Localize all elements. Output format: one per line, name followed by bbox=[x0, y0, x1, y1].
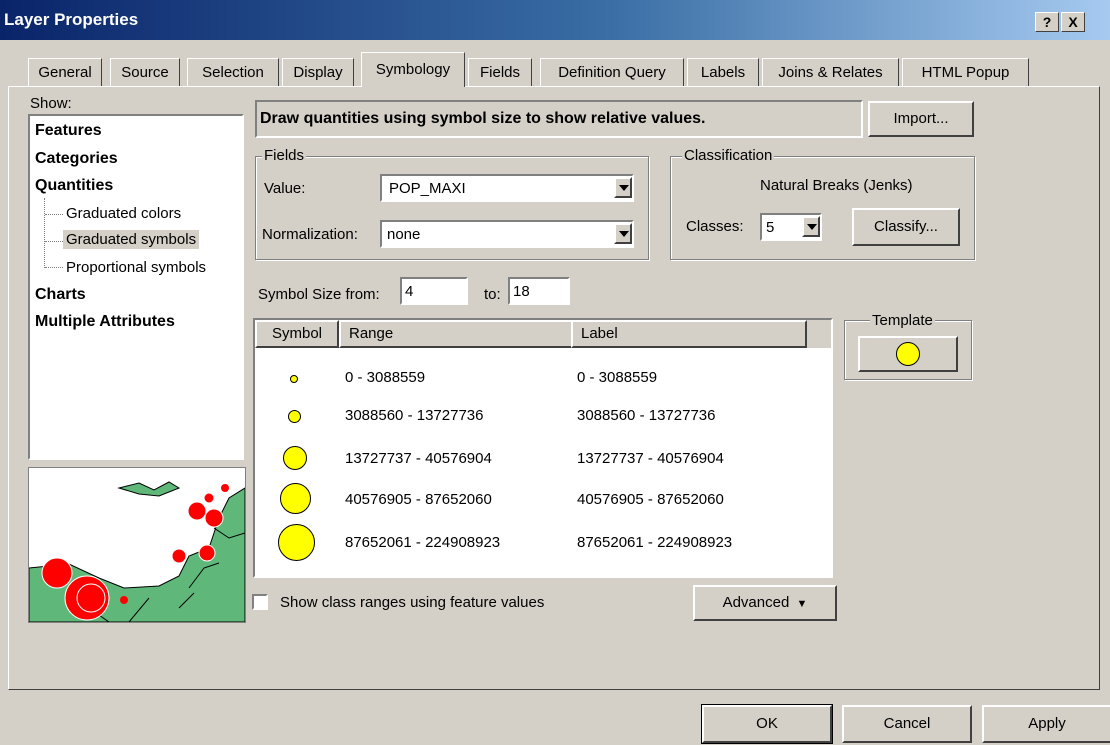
classification-group-label: Classification bbox=[682, 147, 775, 164]
range-cell[interactable]: 87652061 - 224908923 bbox=[345, 534, 500, 551]
tree-item-graduated-symbols[interactable]: Graduated symbols bbox=[63, 230, 200, 249]
import-button[interactable]: Import... bbox=[868, 101, 974, 137]
tab-selection[interactable]: Selection bbox=[187, 58, 279, 86]
symbol-size-from-label: Symbol Size from: bbox=[258, 286, 380, 303]
tree-item-charts[interactable]: Charts bbox=[35, 286, 86, 304]
label-cell[interactable]: 87652061 - 224908923 bbox=[577, 534, 732, 551]
tab-definition-query[interactable]: Definition Query bbox=[540, 58, 684, 86]
normalization-selected: none bbox=[387, 226, 421, 243]
tree-item-features[interactable]: Features bbox=[35, 122, 102, 140]
show-class-ranges-checkbox[interactable] bbox=[252, 594, 268, 610]
template-label: Template bbox=[870, 312, 935, 329]
dropdown-arrow-icon: ▼ bbox=[793, 598, 808, 610]
chevron-down-icon[interactable] bbox=[802, 216, 820, 237]
symbol-circle[interactable] bbox=[288, 410, 301, 423]
window-title: Layer Properties bbox=[4, 10, 139, 29]
chevron-down-icon[interactable] bbox=[614, 223, 632, 244]
tab-display[interactable]: Display bbox=[282, 58, 354, 86]
tree-item-proportional-symbols[interactable]: Proportional symbols bbox=[66, 259, 206, 276]
cancel-button[interactable]: Cancel bbox=[842, 705, 972, 743]
title-bar[interactable] bbox=[0, 0, 1110, 40]
chevron-down-icon[interactable] bbox=[614, 177, 632, 198]
tab-source[interactable]: Source bbox=[110, 58, 180, 86]
column-header-label[interactable]: Label bbox=[571, 320, 807, 348]
tree-item-graduated-colors[interactable]: Graduated colors bbox=[66, 205, 181, 222]
tab-labels[interactable]: Labels bbox=[687, 58, 759, 86]
template-symbol-circle bbox=[896, 342, 920, 366]
apply-button[interactable]: Apply bbox=[982, 705, 1110, 743]
preview-map bbox=[28, 467, 246, 623]
range-cell[interactable]: 13727737 - 40576904 bbox=[345, 450, 492, 467]
help-button[interactable]: ? bbox=[1035, 12, 1059, 32]
range-cell[interactable]: 0 - 3088559 bbox=[345, 369, 425, 386]
range-cell[interactable]: 40576905 - 87652060 bbox=[345, 491, 492, 508]
map-graphic bbox=[29, 468, 245, 622]
column-header-range[interactable]: Range bbox=[339, 320, 577, 348]
fields-group-label: Fields bbox=[262, 147, 307, 164]
advanced-label: Advanced bbox=[722, 594, 790, 611]
label-cell[interactable]: 40576905 - 87652060 bbox=[577, 491, 724, 508]
tree-branch bbox=[45, 267, 63, 268]
range-cell[interactable]: 3088560 - 13727736 bbox=[345, 407, 483, 424]
show-label: Show: bbox=[30, 95, 72, 112]
classes-label: Classes: bbox=[686, 218, 744, 235]
normalization-dropdown[interactable]: none bbox=[380, 220, 634, 248]
tree-item-multiple-attributes[interactable]: Multiple Attributes bbox=[35, 313, 175, 331]
symbol-size-to-value: 18 bbox=[513, 283, 530, 300]
symbol-size-from-input[interactable]: 4 bbox=[400, 277, 468, 305]
template-symbol-button[interactable] bbox=[858, 336, 958, 372]
tree-branch bbox=[45, 214, 63, 215]
show-class-ranges-label: Show class ranges using feature values bbox=[280, 594, 545, 611]
classification-method: Natural Breaks (Jenks) bbox=[760, 177, 913, 194]
tab-general[interactable]: General bbox=[28, 58, 102, 86]
classify-button[interactable]: Classify... bbox=[852, 208, 960, 246]
description-text: Draw quantities using symbol size to sho… bbox=[260, 110, 706, 127]
classes-dropdown[interactable]: 5 bbox=[760, 213, 822, 241]
symbol-size-to-input[interactable]: 18 bbox=[508, 277, 570, 305]
column-header-symbol[interactable]: Symbol bbox=[255, 320, 339, 348]
description-box: Draw quantities using symbol size to sho… bbox=[255, 100, 863, 138]
tab-symbology[interactable]: Symbology bbox=[361, 52, 465, 87]
symbol-circle[interactable] bbox=[283, 446, 307, 470]
value-selected: POP_MAXI bbox=[389, 180, 466, 197]
tree-connector bbox=[44, 198, 45, 268]
symbol-size-from-value: 4 bbox=[405, 283, 414, 300]
value-dropdown[interactable]: POP_MAXI bbox=[380, 174, 634, 202]
close-button[interactable]: X bbox=[1061, 12, 1085, 32]
tab-fields[interactable]: Fields bbox=[468, 58, 532, 86]
ok-button[interactable]: OK bbox=[701, 704, 833, 744]
symbol-circle[interactable] bbox=[290, 375, 298, 383]
symbol-class-table[interactable]: Symbol Range Label 0 - 3088559 0 - 30885… bbox=[253, 318, 833, 578]
tab-joins-relates[interactable]: Joins & Relates bbox=[762, 58, 899, 86]
normalization-label: Normalization: bbox=[262, 226, 358, 243]
tab-html-popup[interactable]: HTML Popup bbox=[902, 58, 1029, 86]
tree-item-categories[interactable]: Categories bbox=[35, 150, 118, 168]
value-label: Value: bbox=[264, 180, 306, 197]
label-cell[interactable]: 0 - 3088559 bbox=[577, 369, 657, 386]
tree-item-quantities[interactable]: Quantities bbox=[35, 177, 113, 195]
classes-selected: 5 bbox=[766, 219, 775, 236]
symbol-circle[interactable] bbox=[278, 524, 315, 561]
symbol-circle[interactable] bbox=[280, 483, 311, 514]
tree-branch bbox=[45, 241, 63, 242]
symbol-size-to-label: to: bbox=[484, 286, 501, 303]
label-cell[interactable]: 3088560 - 13727736 bbox=[577, 407, 715, 424]
show-tree[interactable]: Features Categories Quantities Graduated… bbox=[28, 114, 244, 460]
label-cell[interactable]: 13727737 - 40576904 bbox=[577, 450, 724, 467]
advanced-button[interactable]: Advanced ▼ bbox=[693, 585, 837, 621]
